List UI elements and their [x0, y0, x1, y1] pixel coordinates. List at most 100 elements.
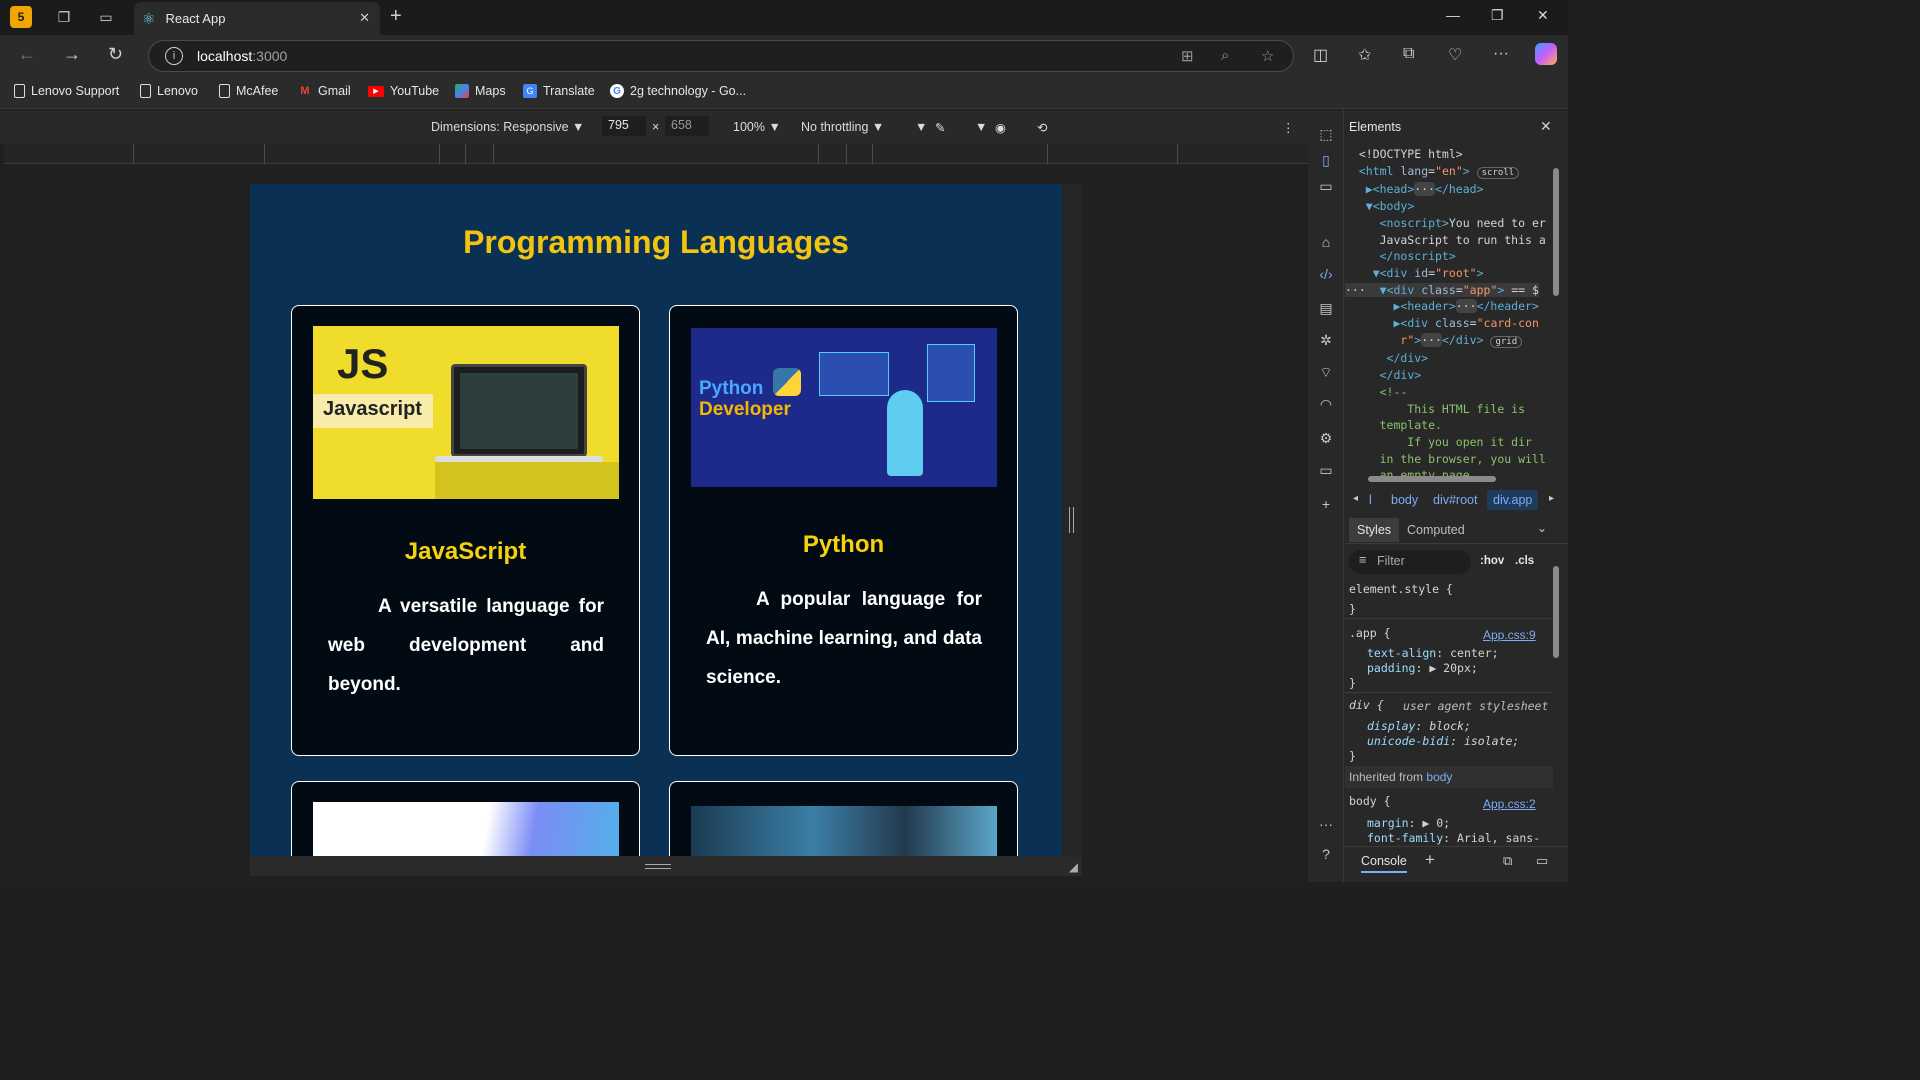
close-window-icon[interactable]: ✕	[1537, 7, 1549, 24]
split-screen-icon[interactable]: ◫	[1313, 45, 1328, 65]
breadcrumb-body[interactable]: body	[1391, 493, 1418, 507]
new-tab-icon[interactable]: +	[390, 5, 402, 28]
element-style-selector[interactable]: element.style {	[1349, 582, 1453, 596]
more-tools-plus-icon[interactable]: +	[1317, 496, 1335, 514]
app-rule-selector[interactable]: .app {	[1349, 626, 1391, 640]
back-icon[interactable]: ←	[18, 44, 36, 65]
sources-bug-icon[interactable]: ✲	[1317, 332, 1335, 350]
app-rule-source-link[interactable]: App.css:9	[1483, 628, 1536, 642]
div-rule-display: display: block;	[1367, 719, 1471, 733]
body-rule-font-family[interactable]: font-family: Arial, sans-	[1367, 831, 1540, 845]
tab-actions-icon[interactable]: ▭	[94, 6, 118, 28]
app-rule-text-align[interactable]: text-align: center;	[1367, 646, 1499, 660]
tab-computed[interactable]: Computed	[1407, 523, 1465, 537]
sensors-icon[interactable]: ✎	[935, 120, 945, 135]
tab-react-app[interactable]: ⚛ React App ✕	[134, 2, 380, 35]
site-info-icon[interactable]: i	[165, 47, 183, 65]
collections-icon[interactable]: ⧉	[1403, 45, 1414, 63]
zoom-dropdown[interactable]: 100% ▼	[733, 120, 781, 134]
styles-vertical-scrollbar[interactable]	[1552, 552, 1560, 840]
inspect-element-icon[interactable]: ⬚	[1317, 126, 1335, 144]
workspaces-icon[interactable]: ❐	[52, 6, 76, 28]
breadcrumb-scroll-right-icon[interactable]: ▸	[1549, 493, 1554, 504]
copilot-icon[interactable]	[1535, 43, 1557, 65]
dock-icon[interactable]: ▭	[1317, 178, 1335, 196]
width-input[interactable]: 795	[602, 116, 646, 136]
vision-icon[interactable]: ◉	[995, 120, 1006, 135]
drawer-tab-console[interactable]: Console	[1361, 854, 1407, 873]
maps-icon	[455, 84, 469, 98]
performance-icon[interactable]: ♡	[1448, 45, 1462, 65]
network-wifi-icon[interactable]: ⌔	[1317, 364, 1335, 382]
viewport-resize-handle-right[interactable]	[1062, 184, 1082, 856]
favorite-star-icon[interactable]: ☆	[1261, 47, 1274, 65]
dom-tree[interactable]: <!DOCTYPE html> <html lang="en"> scroll …	[1345, 146, 1550, 476]
body-rule-source-link[interactable]: App.css:2	[1483, 797, 1536, 811]
bookmark-lenovo-support[interactable]: Lenovo Support	[14, 84, 119, 98]
more-menu-icon[interactable]: ···	[1493, 45, 1509, 63]
close-devtools-icon[interactable]: ✕	[1540, 118, 1552, 135]
card-title: Python	[802, 531, 885, 558]
app-available-icon[interactable]: ⊞	[1181, 47, 1194, 65]
dom-tree-horizontal-scrollbar[interactable]	[1352, 474, 1542, 484]
breadcrumb-scroll-left-icon[interactable]: ◂	[1353, 493, 1358, 504]
app-rule-padding[interactable]: padding: ▶ 20px;	[1367, 661, 1478, 675]
div-rule-selector: div {	[1349, 698, 1384, 712]
tab-title: React App	[165, 11, 226, 26]
bookmark-mcafee[interactable]: McAfee	[219, 84, 278, 98]
welcome-home-icon[interactable]: ⌂	[1317, 234, 1335, 252]
devtools-more-icon[interactable]: ···	[1317, 816, 1335, 834]
bookmark-maps[interactable]: Maps	[455, 84, 506, 98]
breadcrumb-div-root[interactable]: div#root	[1433, 493, 1477, 507]
restore-icon[interactable]: ❐	[1491, 7, 1504, 24]
add-drawer-tab-icon[interactable]: +	[1425, 850, 1435, 870]
dom-tree-vertical-scrollbar[interactable]	[1552, 150, 1560, 466]
vision-dropdown[interactable]: ▼	[975, 120, 987, 134]
devtools-title[interactable]: Elements	[1349, 120, 1401, 134]
favorites-icon[interactable]: ✩	[1358, 45, 1371, 65]
console-tool-icon[interactable]: ▤	[1317, 300, 1335, 318]
rotate-icon[interactable]: ⟲	[1037, 120, 1047, 135]
device-toolbar-more-icon[interactable]: ⋮	[1282, 120, 1295, 135]
device-emulation-icon[interactable]: ▯	[1317, 152, 1335, 170]
body-rule-margin[interactable]: margin: ▶ 0;	[1367, 816, 1450, 830]
elements-tool-icon[interactable]: ‹/›	[1317, 266, 1335, 284]
throttling-dropdown[interactable]: No throttling ▼	[801, 120, 884, 134]
viewport-resize-handle-bottom[interactable]: ◢	[250, 856, 1082, 876]
bookmark-gmail[interactable]: M Gmail	[298, 84, 350, 98]
reload-icon[interactable]: ↻	[108, 44, 123, 65]
chevron-down-icon[interactable]: ⌄	[1537, 521, 1547, 535]
browser-logo-icon[interactable]: 5	[10, 6, 32, 28]
bookmark-2g-technology[interactable]: G 2g technology - Go...	[610, 84, 746, 98]
undock-drawer-icon[interactable]: ⧉	[1503, 853, 1512, 869]
save-data-dropdown[interactable]: ▼	[915, 120, 927, 134]
styles-filter-input[interactable]: ≡ Filter	[1349, 550, 1471, 574]
drawer-dock-icon[interactable]: ▭	[1536, 853, 1548, 869]
cls-toggle[interactable]: .cls	[1515, 555, 1534, 567]
breadcrumb-html[interactable]: l	[1369, 493, 1372, 507]
minimize-icon[interactable]: —	[1446, 7, 1460, 23]
dimensions-dropdown[interactable]: Dimensions: Responsive ▼	[431, 120, 584, 134]
tab-styles[interactable]: Styles	[1349, 518, 1400, 542]
inherited-from-link[interactable]: body	[1426, 770, 1452, 784]
help-icon[interactable]: ?	[1317, 846, 1335, 864]
body-rule-selector[interactable]: body {	[1349, 794, 1391, 808]
height-input[interactable]: 658	[665, 116, 709, 136]
developer-figure	[887, 390, 923, 476]
close-tab-icon[interactable]: ✕	[359, 10, 370, 26]
breadcrumb-div-app[interactable]: div.app	[1487, 490, 1539, 510]
bookmark-translate[interactable]: G Translate	[523, 84, 595, 98]
forward-icon[interactable]: →	[63, 44, 81, 65]
resize-corner-icon[interactable]: ◢	[1069, 860, 1078, 874]
address-input[interactable]: i localhost:3000 ⊞ ⌕ ☆	[148, 40, 1294, 72]
zoom-icon[interactable]: ⌕	[1221, 47, 1229, 64]
laptop-graphic	[451, 364, 587, 457]
hov-toggle[interactable]: :hov	[1480, 555, 1504, 567]
memory-chip-icon[interactable]: ⚙	[1317, 430, 1335, 448]
performance-gauge-icon[interactable]: ◠	[1317, 396, 1335, 414]
python-image: Python Developer	[691, 328, 997, 487]
bookmark-youtube[interactable]: ▶ YouTube	[368, 84, 439, 98]
devtools-activity-bar: ⬚ ▯ ▭ ⌂ ‹/› ▤ ✲ ⌔ ◠ ⚙ ▭ + ··· ?	[1308, 110, 1344, 882]
bookmark-lenovo[interactable]: Lenovo	[140, 84, 198, 98]
application-icon[interactable]: ▭	[1317, 462, 1335, 480]
